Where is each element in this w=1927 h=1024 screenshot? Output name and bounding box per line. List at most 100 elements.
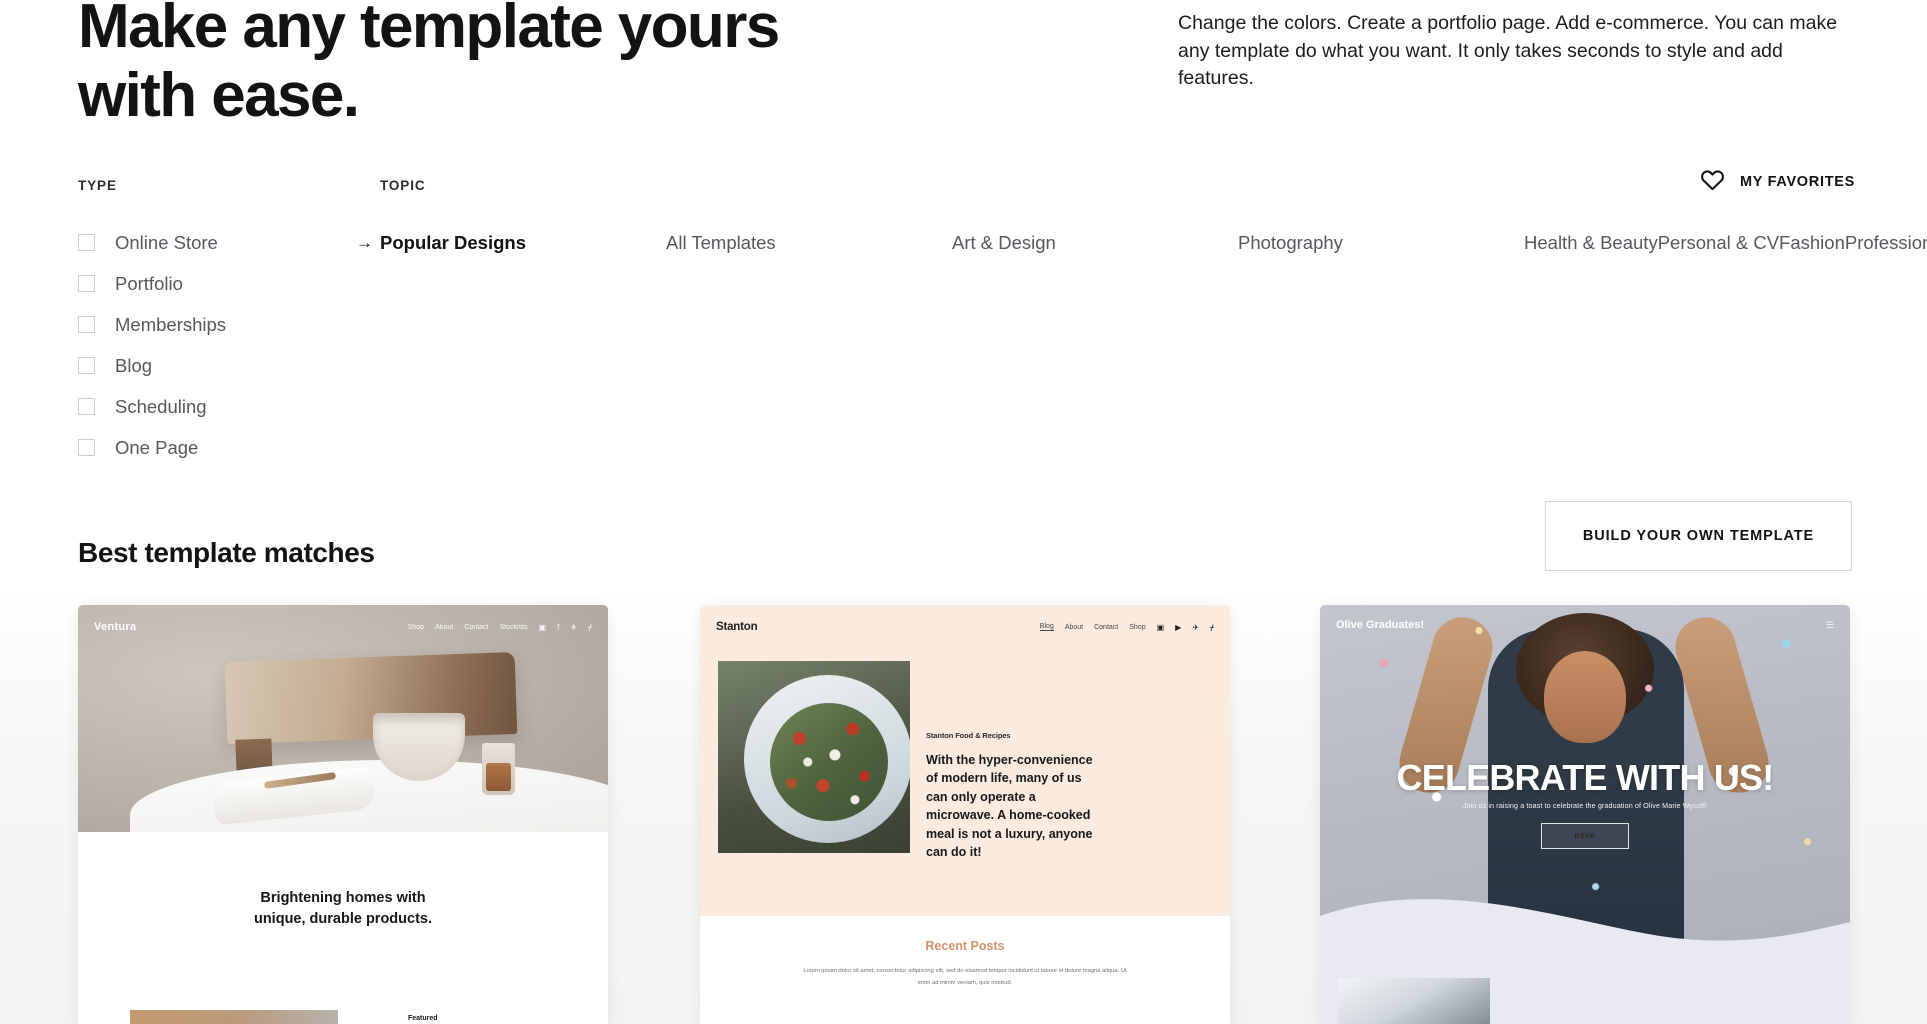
twitter-icon[interactable]: ✈ [570, 623, 577, 632]
page-title: Make any template yours with ease. [78, 0, 780, 131]
olive-subtitle: Join us in raising a toast to celebrate … [1462, 801, 1708, 810]
topic-filter-label: All Templates [666, 231, 776, 253]
topic-filter-label: Popular Designs [380, 231, 526, 253]
youtube-icon[interactable]: ▶ [1175, 623, 1181, 632]
cart-icon[interactable]: ᚋ [588, 623, 592, 632]
type-filter-label: Memberships [115, 313, 227, 335]
topic-filter-option[interactable]: Health & Beauty [1524, 222, 1658, 263]
topic-filter-option[interactable]: Photography [1238, 222, 1524, 263]
type-filter-option[interactable]: Online Store [78, 222, 298, 263]
checkbox-icon[interactable] [78, 234, 95, 251]
hero-section: Make any template yours with ease. Chang… [0, 0, 1927, 150]
site-nav-link[interactable]: Contact [1094, 624, 1118, 631]
site-nav-link[interactable]: Blog [1039, 623, 1054, 631]
salad-shape [770, 703, 888, 821]
recent-posts-body: Lorem ipsum dolor sit amet, consectetur … [803, 968, 1127, 987]
topic-filter-option[interactable]: Professional Services [1845, 222, 1927, 263]
cup-shape [482, 743, 515, 795]
topic-filter-option[interactable]: Personal & CV [1658, 222, 1779, 263]
olive-lower-image [1338, 978, 1490, 1024]
ventura-body: Brightening homes with unique, durable p… [78, 832, 608, 1024]
type-filter-label: Portfolio [115, 272, 183, 294]
site-nav-link[interactable]: About [1065, 624, 1083, 631]
ventura-site-nav: Ventura Shop About Contact Stockists ▣ f ✈ ᚋ [78, 605, 608, 649]
type-filter-option[interactable]: Blog [78, 345, 298, 386]
type-filter-option[interactable]: Scheduling [78, 386, 298, 427]
topic-filter-label: Photography [1238, 231, 1343, 253]
ventura-product-strip [130, 1010, 338, 1024]
cart-icon[interactable]: ᚋ [1210, 623, 1214, 632]
checkbox-icon[interactable] [78, 439, 95, 456]
ventura-tagline-line1: Brightening homes with [260, 890, 426, 906]
build-your-own-template-button[interactable]: BUILD YOUR OWN TEMPLATE [1545, 501, 1852, 571]
type-filter-label: Scheduling [115, 395, 207, 417]
stanton-headline: With the hyper-convenience of modern lif… [926, 753, 1093, 859]
stanton-site-nav: Stanton Blog About Contact Shop ▣ ▶ ✈ ᚋ [700, 605, 1230, 649]
topic-filter-label: Personal & CV [1657, 231, 1780, 253]
recent-posts-title: Recent Posts [925, 939, 1005, 953]
checkbox-icon[interactable] [78, 275, 95, 292]
stanton-recent-posts: Recent Posts Lorem ipsum dolor sit amet,… [700, 916, 1230, 1024]
stanton-site: Stanton Blog About Contact Shop ▣ ▶ ✈ ᚋ Stanton… [700, 605, 1230, 1024]
type-filter-option[interactable]: Memberships [78, 304, 298, 345]
olive-headline: CELEBRATE WITH US! [1396, 757, 1775, 798]
type-filter-list: Online Store Portfolio Memberships Blog Sche… [78, 222, 298, 468]
my-favorites-label: MY FAVORITES [1739, 174, 1855, 190]
checkbox-icon[interactable] [78, 316, 95, 333]
type-filter-column: TYPE Online Store Portfolio Memberships Blo… [78, 178, 298, 468]
site-nav-link[interactable]: Shop [408, 624, 424, 631]
site-nav-link[interactable]: Shop [1129, 624, 1145, 631]
site-nav-link[interactable]: Contact [464, 624, 488, 631]
topic-filter-label: Art & Design [952, 231, 1056, 253]
template-card[interactable]: Ventura Shop About Contact Stockists ▣ f ✈ ᚋ Br… [78, 605, 608, 1024]
template-card[interactable]: Stanton Blog About Contact Shop ▣ ▶ ✈ ᚋ Stanton… [700, 605, 1230, 1024]
stanton-food-photo [718, 661, 910, 853]
stanton-text-block: Stanton Food & Recipes With the hyper-co… [926, 731, 1106, 861]
topic-filter-label: Professional Services [1844, 231, 1927, 253]
olive-site: Olive Graduates! ☰ CELEBRATE WITH US! Jo… [1320, 605, 1850, 1024]
hero-description: Change the colors. Create a portfolio pa… [1178, 12, 1838, 90]
facebook-icon[interactable]: f [557, 623, 559, 632]
chair-shape [224, 651, 518, 745]
olive-site-nav: Olive Graduates! ☰ [1320, 605, 1850, 645]
type-filter-label: One Page [115, 436, 199, 458]
site-nav-link[interactable]: Stockists [500, 624, 528, 631]
topic-filter-option[interactable]: All Templates [666, 222, 952, 263]
checkbox-icon[interactable] [78, 357, 95, 374]
twitter-icon[interactable]: ✈ [1192, 623, 1199, 632]
topic-filter-heading: TOPIC [380, 178, 426, 193]
topic-filter-label: Fashion [1779, 231, 1845, 253]
topic-filter-option[interactable]: → Popular Designs [356, 222, 666, 263]
olive-logo: Olive Graduates! [1336, 619, 1425, 631]
template-card[interactable]: Olive Graduates! ☰ CELEBRATE WITH US! Jo… [1320, 605, 1850, 1024]
ventura-hero-image: Ventura Shop About Contact Stockists ▣ f ✈ ᚋ [78, 605, 608, 832]
type-filter-label: Blog [115, 354, 153, 376]
stanton-kicker: Stanton Food & Recipes [926, 731, 1011, 740]
topic-filter-option[interactable]: Fashion [1779, 222, 1845, 263]
ventura-nav-links: Shop About Contact Stockists ▣ f ✈ ᚋ [408, 623, 592, 632]
heart-icon [1700, 168, 1725, 196]
instagram-icon[interactable]: ▣ [539, 623, 547, 632]
topic-filter-option[interactable]: Art & Design [952, 222, 1238, 263]
type-filter-option[interactable]: Portfolio [78, 263, 298, 304]
type-filter-option[interactable]: One Page [78, 427, 298, 468]
ventura-tagline-line2: unique, durable products. [253, 910, 433, 927]
menu-icon: ☰ [1825, 619, 1834, 630]
my-favorites-button[interactable]: MY FAVORITES [1700, 168, 1855, 196]
instagram-icon[interactable]: ▣ [1157, 623, 1165, 632]
type-filter-heading: TYPE [78, 178, 117, 193]
section-title: Best template matches [78, 537, 375, 568]
site-nav-link[interactable]: About [435, 624, 453, 631]
filter-bar: TYPE Online Store Portfolio Memberships Blo… [0, 170, 1927, 468]
ventura-logo: Ventura [94, 621, 137, 633]
template-browser-page: Make any template yours with ease. Chang… [0, 0, 1927, 1024]
topic-filter-list: → Popular Designs All Templates Art & Desig… [356, 222, 1927, 263]
checkbox-icon[interactable] [78, 398, 95, 415]
ventura-featured-label: Featured [408, 1015, 438, 1022]
arrow-right-icon: → [356, 232, 373, 252]
ventura-tagline: Brightening homes with unique, durable p… [78, 888, 608, 929]
topic-filter-label: Health & Beauty [1524, 231, 1658, 253]
stanton-nav-links: Blog About Contact Shop ▣ ▶ ✈ ᚋ [1039, 623, 1214, 632]
topic-filter-column: TOPIC → Popular Designs All Templates Art &… [356, 178, 1927, 263]
rsvp-button[interactable]: RSVP [1541, 823, 1629, 849]
